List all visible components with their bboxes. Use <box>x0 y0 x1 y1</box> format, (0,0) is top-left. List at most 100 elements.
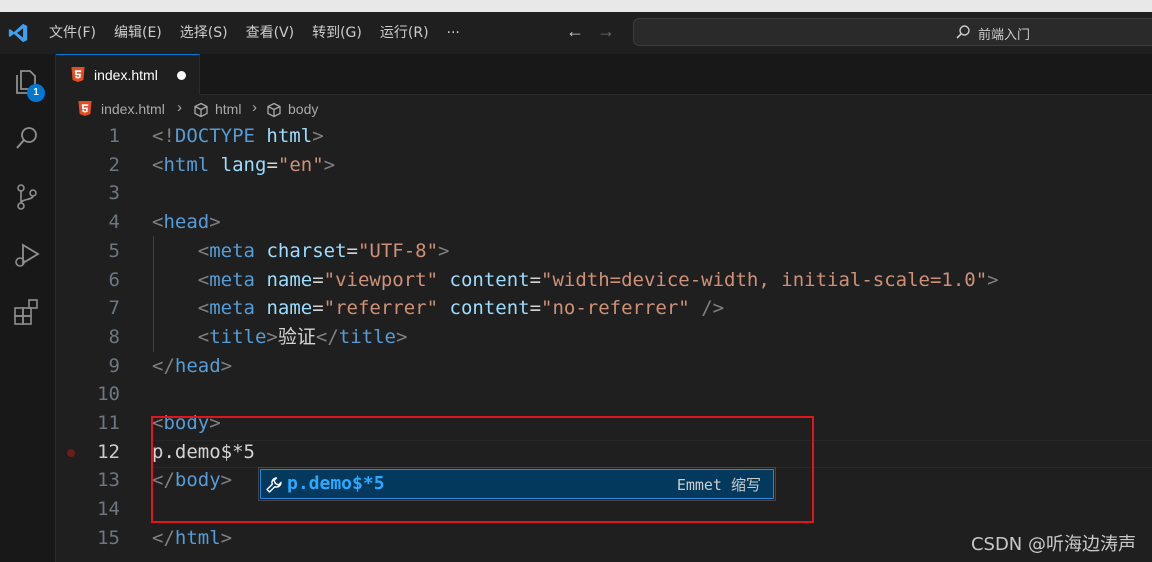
code-text: <meta name="referrer" content="no-referr… <box>152 294 724 322</box>
code-token: "en" <box>277 153 324 176</box>
code-token: < <box>197 239 210 262</box>
code-token: name <box>266 297 313 320</box>
line-number: 1 <box>108 125 120 147</box>
code-text: <head> <box>152 208 221 236</box>
activity-bar: 1 <box>0 54 56 562</box>
code-line[interactable]: 9 </head> <box>56 352 1152 380</box>
code-token: title <box>338 325 396 348</box>
back-arrow-icon[interactable]: ← <box>566 21 584 42</box>
code-token: </ <box>152 526 175 549</box>
source-control-icon[interactable] <box>12 182 42 212</box>
code-token: title <box>209 325 267 348</box>
breadcrumb-html[interactable]: html <box>215 101 241 117</box>
top-strip <box>0 0 1152 12</box>
code-line[interactable]: 8 <title>验证</title> <box>56 323 1152 351</box>
breadcrumb-body[interactable]: body <box>288 101 318 117</box>
code-token: </ <box>315 325 339 348</box>
code-line[interactable]: 1 <!DOCTYPE html> <box>56 122 1152 150</box>
code-token: < <box>152 211 164 234</box>
menu-selection[interactable]: 选择(S) <box>171 20 237 46</box>
menu-more[interactable]: ··· <box>438 20 469 46</box>
breadcrumb: index.html › html › body <box>56 96 1152 122</box>
menu-view[interactable]: 查看(V) <box>237 20 304 46</box>
code-token: > <box>266 325 278 348</box>
line-number: 4 <box>108 211 120 234</box>
vscode-logo-icon <box>8 23 28 43</box>
code-text: <meta charset="UTF-8"> <box>152 237 450 265</box>
tab-index-html[interactable]: index.html <box>56 54 200 95</box>
code-token: <! <box>152 125 175 147</box>
line-number: 9 <box>108 354 120 377</box>
code-token: < <box>152 153 164 176</box>
code-line[interactable]: 10 <box>56 380 1152 408</box>
code-line[interactable]: 5 <meta charset="UTF-8"> <box>56 237 1152 265</box>
code-line[interactable]: 3 <box>56 179 1152 207</box>
code-token: "viewport" <box>323 268 439 291</box>
code-token: = <box>529 268 542 291</box>
menu-edit[interactable]: 编辑(E) <box>105 20 171 46</box>
code-text: </head> <box>152 352 232 380</box>
code-token: meta <box>209 268 255 291</box>
line-number: 6 <box>108 268 120 291</box>
menu-run[interactable]: 运行(R) <box>371 20 438 46</box>
code-token: > <box>209 211 221 234</box>
menu-go[interactable]: 转到(G) <box>303 20 371 46</box>
line-number: 3 <box>108 182 120 205</box>
symbol-element-icon <box>267 102 281 118</box>
line-number: 13 <box>97 469 120 492</box>
code-token: > <box>312 125 324 147</box>
code-token: < <box>197 297 210 320</box>
menu-file[interactable]: 文件(F) <box>40 20 105 46</box>
code-token: html <box>266 125 313 147</box>
unsaved-dot-icon[interactable] <box>177 71 186 80</box>
chevron-right-icon: › <box>252 99 257 116</box>
code-token: = <box>346 239 358 262</box>
line-number: 5 <box>108 239 120 262</box>
code-token: = <box>529 297 542 320</box>
code-token: > <box>987 268 999 291</box>
code-text: <html lang="en"> <box>152 151 335 179</box>
explorer-badge: 1 <box>27 84 45 102</box>
search-view-icon[interactable] <box>12 123 42 153</box>
extensions-icon[interactable] <box>12 297 42 327</box>
code-token: charset <box>266 239 347 262</box>
html5-file-icon <box>71 67 85 82</box>
code-token: content <box>449 297 530 320</box>
menu-bar: 文件(F) 编辑(E) 选择(S) 查看(V) 转到(G) 运行(R) ··· <box>40 12 469 54</box>
code-text: <meta name="viewport" content="width=dev… <box>152 266 999 294</box>
code-line[interactable]: 2 <html lang="en"> <box>56 151 1152 179</box>
line-number: 12 <box>97 440 120 463</box>
command-center-search[interactable]: 前端入门 <box>633 18 1152 46</box>
code-token: html <box>163 153 210 176</box>
forward-arrow-icon[interactable]: → <box>597 21 615 42</box>
code-line[interactable]: 4 <head> <box>56 208 1152 236</box>
line-number: 7 <box>108 297 120 320</box>
code-line[interactable]: 7 <meta name="referrer" content="no-refe… <box>56 294 1152 322</box>
code-token: /> <box>701 297 725 320</box>
breadcrumb-file[interactable]: index.html <box>101 101 165 117</box>
line-number: 10 <box>97 383 120 406</box>
line-number: 8 <box>108 325 120 348</box>
chevron-right-icon: › <box>177 99 182 116</box>
html5-file-icon <box>78 101 92 116</box>
code-line[interactable]: 6 <meta name="viewport" content="width=d… <box>56 266 1152 294</box>
code-text: <title>验证</title> <box>152 323 408 351</box>
code-token: "no-referrer" <box>541 297 690 320</box>
code-token: > <box>395 325 408 348</box>
code-token: html <box>174 526 221 549</box>
annotation-highlight-box <box>151 416 814 523</box>
code-token: lang <box>220 153 267 176</box>
line-number: 2 <box>108 153 120 176</box>
run-debug-icon[interactable] <box>12 240 42 270</box>
code-token: > <box>220 354 233 377</box>
code-token: meta <box>209 239 255 262</box>
